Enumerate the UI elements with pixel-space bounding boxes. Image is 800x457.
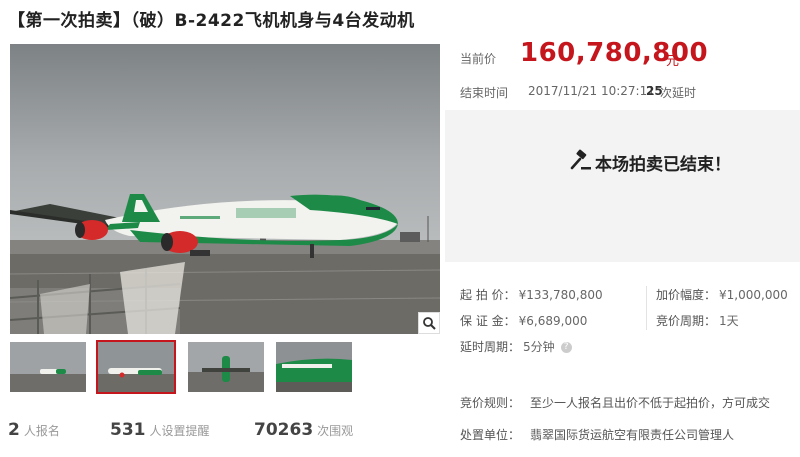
main-photo[interactable] — [10, 44, 440, 334]
stat-registered: 2 人报名 — [8, 420, 60, 440]
bid-rule-value: 至少一人报名且出价不低于起拍价，方可成交 — [530, 396, 771, 410]
stat-reminders-label: 人设置提醒 — [149, 424, 210, 438]
stat-registered-label: 人报名 — [23, 424, 60, 438]
stat-watchers-label: 次围观 — [317, 424, 354, 438]
stat-watchers-count: 70263 — [254, 420, 314, 440]
disposal-unit: 处置单位： 翡翠国际货运航空有限责任公司管理人 — [460, 426, 734, 443]
current-price-label: 当前价 — [460, 52, 497, 66]
stat-reminders: 531 人设置提醒 — [110, 420, 210, 440]
bid-period: 竞价周期： 1天 — [656, 312, 739, 329]
thumbnail-1[interactable] — [10, 342, 86, 392]
thumbnail-strip — [10, 340, 440, 396]
start-price-value: ¥133,780,800 — [518, 288, 603, 302]
thumbnail-2-image — [98, 342, 174, 392]
deposit: 保 证 金： ¥6,689,000 — [460, 312, 587, 329]
end-time-value: 2017/11/21 10:27:11 — [528, 84, 655, 98]
delay-period-label: 延时周期： — [460, 340, 521, 354]
thumbnail-4[interactable] — [276, 342, 352, 392]
disposal-unit-value: 翡翠国际货运航空有限责任公司管理人 — [530, 428, 735, 442]
cargo-plane-image — [10, 44, 440, 334]
start-price-label: 起 拍 价： — [460, 288, 516, 302]
thumbnail-2[interactable] — [96, 340, 176, 394]
gavel-icon — [570, 149, 591, 170]
deposit-value: ¥6,689,000 — [518, 314, 588, 328]
current-price-unit: 元 — [666, 54, 680, 69]
end-time-label: 结束时间 — [460, 86, 509, 100]
current-price: 当前价 160,780,800 元 — [460, 38, 790, 72]
bid-rule-label: 竞价规则： — [460, 396, 521, 410]
disposal-unit-label: 处置单位： — [460, 428, 521, 442]
bid-period-value: 1天 — [719, 314, 739, 328]
thumbnail-4-image — [276, 342, 352, 392]
info-divider — [646, 286, 647, 330]
stat-registered-count: 2 — [8, 420, 20, 440]
bid-increment-value: ¥1,000,000 — [719, 288, 788, 302]
delay-label: 次延时 — [660, 86, 697, 100]
delay-period-value: 5分钟 — [523, 340, 555, 354]
stat-watchers: 70263 次围观 — [254, 420, 353, 440]
bid-increment-label: 加价幅度： — [656, 288, 717, 302]
end-time-row: 结束时间 2017/11/21 10:27:11 25 次延时 — [460, 84, 790, 102]
delay-period: 延时周期： 5分钟? — [460, 338, 572, 355]
auction-ended-banner: 本场拍卖已结束！ — [445, 110, 800, 262]
stat-reminders-count: 531 — [110, 420, 146, 440]
current-price-value: 160,780,800 — [520, 38, 709, 68]
bid-rule: 竞价规则： 至少一人报名且出价不低于起拍价，方可成交 — [460, 394, 770, 411]
zoom-button[interactable] — [418, 312, 440, 334]
bid-increment: 加价幅度： ¥1,000,000 — [656, 286, 788, 303]
magnifier-icon — [423, 317, 436, 330]
help-icon[interactable]: ? — [560, 342, 572, 353]
auction-ended-text: 本场拍卖已结束！ — [595, 155, 731, 175]
auction-info: 起 拍 价： ¥133,780,800 加价幅度： ¥1,000,000 保 证 金… — [460, 286, 790, 358]
bid-period-label: 竞价周期： — [656, 314, 717, 328]
thumbnail-3-image — [188, 342, 264, 392]
auction-stats: 2 人报名 531 人设置提醒 70263 次围观 — [8, 420, 438, 448]
start-price: 起 拍 价： ¥133,780,800 — [460, 286, 603, 303]
deposit-label: 保 证 金： — [460, 314, 516, 328]
thumbnail-1-image — [10, 342, 86, 392]
thumbnail-3[interactable] — [188, 342, 264, 392]
auction-title: 【第一次拍卖】（破）B-2422飞机机身与4台发动机 — [8, 11, 415, 31]
